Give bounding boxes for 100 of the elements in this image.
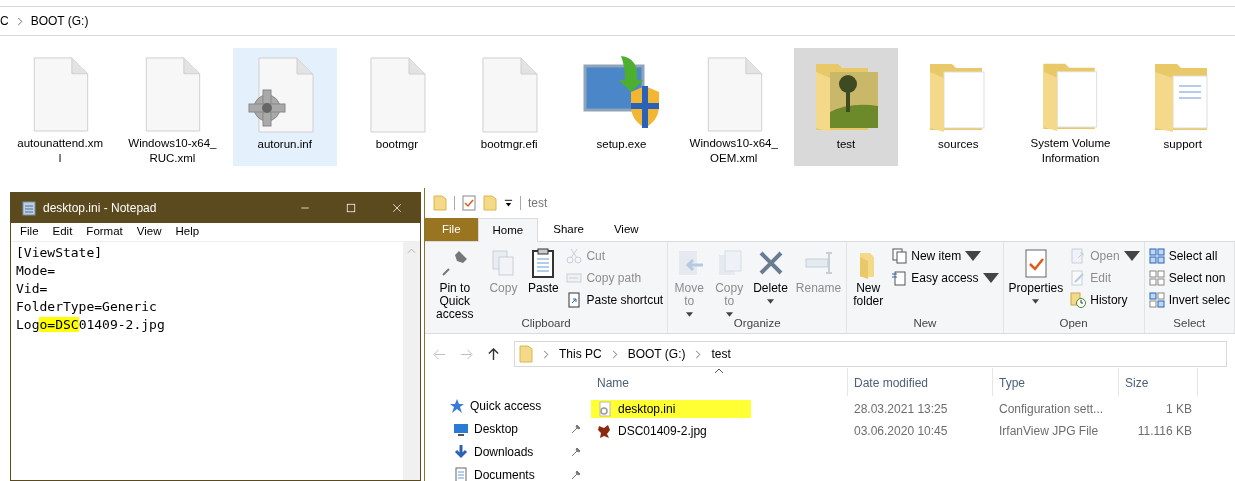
invert-selection-icon (1148, 291, 1165, 308)
caret-icon (685, 312, 693, 318)
caret-icon (725, 312, 733, 318)
group-label: Organize (732, 316, 782, 331)
file-item[interactable]: bootmgr.efi (457, 48, 562, 166)
file-item[interactable]: test (793, 48, 899, 166)
file-name[interactable]: DSC01409-2.jpg (591, 422, 751, 440)
scrollbar[interactable] (403, 242, 420, 480)
ribbon-button[interactable]: Easy access (889, 267, 1001, 288)
chevron-icon (16, 16, 23, 26)
menu-item[interactable]: Edit (45, 223, 80, 241)
caret-icon (1032, 299, 1040, 305)
column-header[interactable]: Date modified (848, 368, 993, 396)
group-label: Clipboard (520, 316, 572, 331)
address-bar[interactable]: This PC BOOT (G:) test (514, 341, 1227, 367)
menu-item[interactable]: Format (79, 223, 130, 241)
file-label: test (836, 137, 856, 152)
nav-label[interactable]: Desktop (474, 419, 519, 438)
group-label: Select (1172, 316, 1207, 331)
table-cell-text: 03.06.2020 10:45 (853, 423, 949, 440)
maximize-icon (345, 202, 357, 214)
file-label: autounattend.xm l (17, 136, 103, 166)
text-line: [ViewState] (16, 244, 104, 262)
file-item[interactable]: bootmgr (344, 48, 450, 166)
nav-label[interactable]: Documents (474, 465, 535, 481)
scissors-icon (566, 247, 583, 264)
file-item[interactable]: autounattend.xm l (8, 48, 113, 166)
forward-arrow-icon (460, 347, 473, 361)
caret-icon (767, 299, 774, 305)
text-line: Vid= (16, 280, 49, 298)
text-line: FolderType=Generic (16, 298, 158, 316)
download-icon (453, 443, 469, 460)
breadcrumb-item[interactable]: BOOT (G:) (30, 12, 89, 30)
chevron-icon (695, 349, 702, 359)
file-item[interactable]: support (1130, 48, 1235, 166)
table-cell-text: 28.03.2021 13:25 (853, 401, 949, 418)
folder-icon (519, 345, 533, 363)
ribbon-tab[interactable]: Home (477, 218, 539, 242)
group-label: Open (1058, 316, 1089, 331)
close-icon (391, 202, 403, 214)
ribbon-button[interactable]: Properties (1005, 245, 1067, 315)
column-header[interactable]: Type (993, 368, 1119, 396)
file-label: Windows10-x64_ OEM.xml (689, 136, 778, 166)
back-arrow-icon (433, 347, 446, 361)
text-line: Logo=DSC01409-2.jpg (16, 316, 166, 334)
file-item[interactable]: autorun.inf (232, 48, 337, 166)
select-all-icon (1148, 247, 1165, 264)
table-cell-text: 11.116 KB (1136, 423, 1192, 440)
breadcrumb-item[interactable]: BOOT (G:) (627, 345, 686, 363)
ribbon-button[interactable]: New folder (849, 245, 888, 315)
file-label: bootmgr.efi (480, 137, 538, 152)
file-name[interactable]: desktop.ini (591, 400, 751, 418)
file-label: sources (938, 137, 979, 152)
group-label: New (912, 316, 938, 331)
notepad-icon (21, 200, 37, 216)
file-item[interactable]: System Volume Information (1018, 48, 1123, 166)
ribbon-button[interactable]: Paste shortcut (564, 289, 666, 310)
menu-item[interactable]: View (129, 223, 169, 241)
select-none-icon (1148, 269, 1165, 286)
ribbon-button[interactable]: New item (889, 245, 1001, 266)
column-header[interactable]: Size (1119, 368, 1198, 396)
table-cell-text: IrfanView JPG File (998, 423, 1100, 440)
easy-access-icon (891, 269, 908, 286)
column-header[interactable]: Name (591, 368, 848, 396)
up-arrow-icon (487, 347, 500, 361)
history-icon (1070, 291, 1087, 308)
nav-label[interactable]: Quick access (470, 396, 542, 415)
chevron-icon (611, 349, 618, 359)
text-line: Mode= (16, 262, 57, 280)
ribbon-button[interactable]: Delete (750, 245, 791, 315)
ribbon-button[interactable]: Paste (524, 245, 563, 315)
table-cell-text: Configuration sett... (998, 401, 1105, 418)
window-title: test (528, 195, 548, 212)
ribbon-button[interactable]: History (1068, 289, 1142, 310)
file-label: support (1163, 137, 1202, 152)
ribbon-button[interactable]: Invert selec (1146, 289, 1232, 310)
star-icon (449, 397, 465, 414)
ribbon-button[interactable]: Select all (1146, 245, 1232, 266)
breadcrumb-item[interactable]: C (0, 12, 9, 30)
nav-label[interactable]: Downloads (474, 442, 534, 461)
shortcut-icon (566, 291, 583, 308)
file-label: bootmgr (375, 137, 418, 152)
ribbon-button[interactable]: Select non (1146, 267, 1232, 288)
breadcrumb-item[interactable]: This PC (559, 345, 602, 363)
folder-icon (483, 195, 497, 211)
breadcrumb-item[interactable]: test (711, 345, 731, 363)
menu-item[interactable]: Help (168, 223, 207, 241)
file-item[interactable]: setup.exe (569, 48, 674, 166)
file-label: System Volume Information (1030, 136, 1111, 166)
settings-file-icon (597, 401, 613, 417)
ribbon-tab[interactable]: Share (538, 218, 599, 241)
file-item[interactable]: Windows10-x64_ OEM.xml (681, 48, 786, 166)
file-item[interactable]: sources (906, 48, 1011, 166)
file-label: Windows10-x64_ RUC.xml (128, 136, 217, 166)
file-item[interactable]: Windows10-x64_ RUC.xml (120, 48, 225, 166)
ribbon-tab[interactable]: View (598, 218, 654, 241)
table-cell-text: 1 KB (1165, 401, 1192, 418)
edit-icon (1070, 269, 1087, 286)
menu-item[interactable]: File (13, 223, 46, 241)
file-menu-button[interactable]: File (425, 218, 478, 241)
